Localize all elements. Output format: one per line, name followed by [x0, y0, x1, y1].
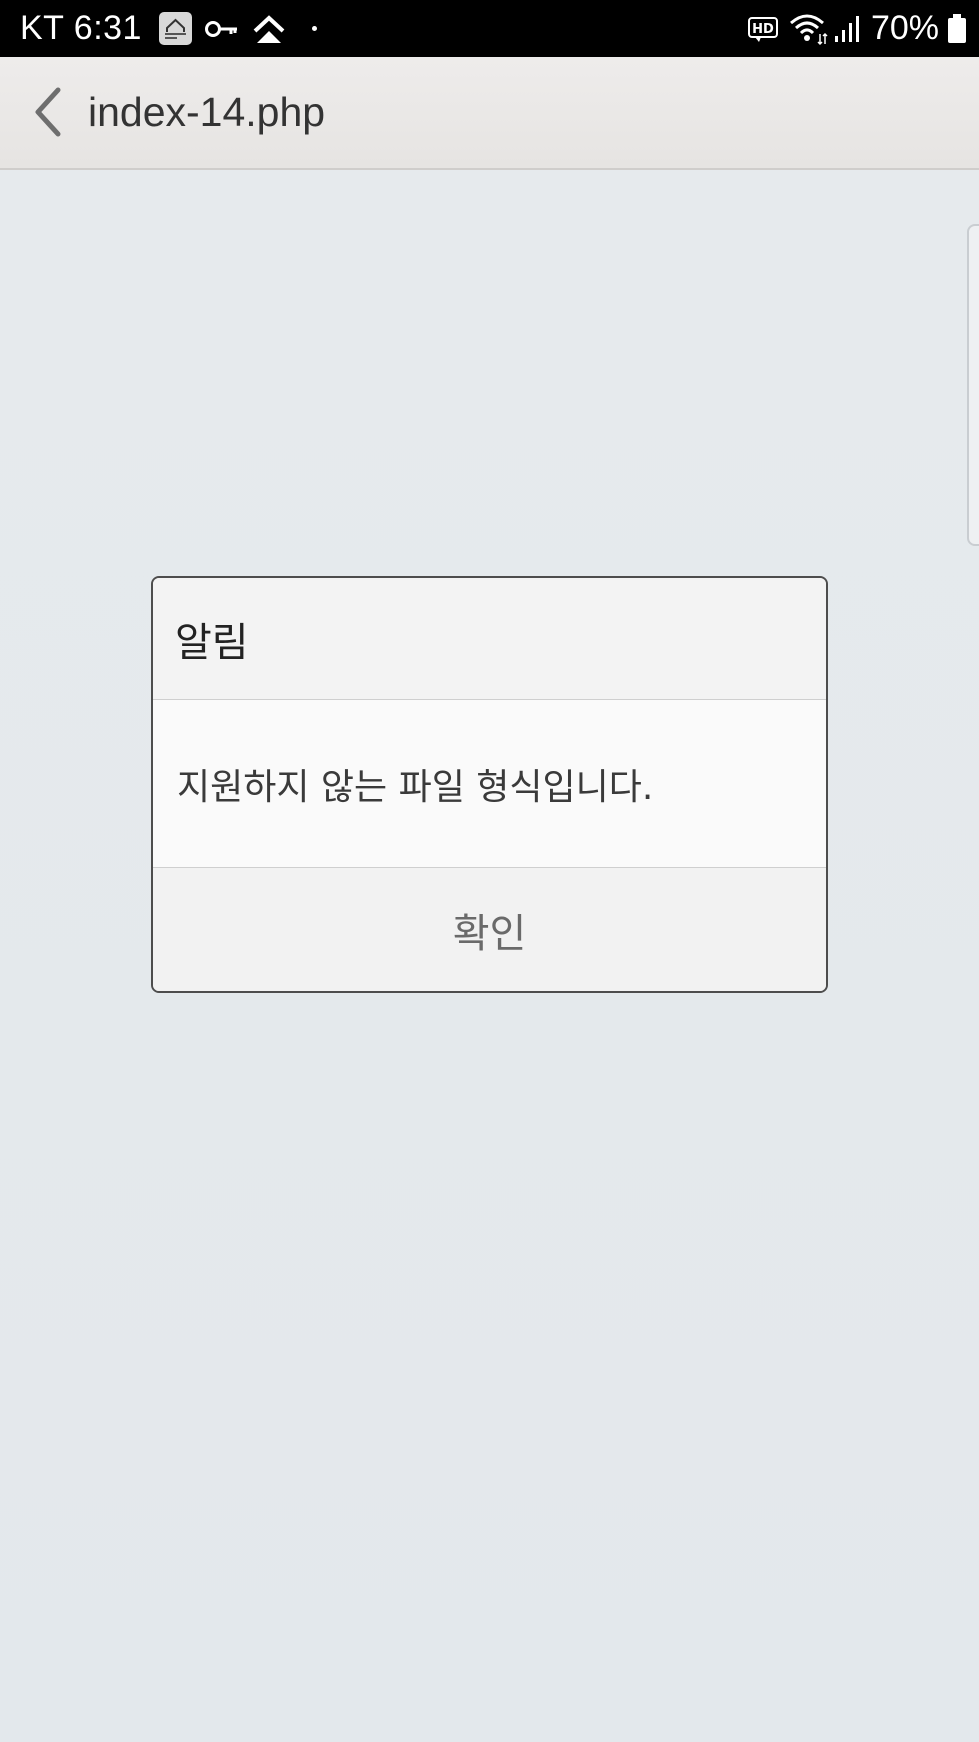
- wifi-icon: [789, 12, 829, 46]
- dialog-message: 지원하지 않는 파일 형식입니다.: [177, 766, 654, 808]
- status-bar-right: HD 70%: [747, 0, 967, 57]
- alert-dialog: 알림 지원하지 않는 파일 형식입니다. 확인: [151, 576, 828, 993]
- status-bar: KT 6:31 HD 70%: [0, 0, 979, 57]
- app-bar: index-14.php: [0, 57, 979, 170]
- carrier-time: KT 6:31: [20, 9, 142, 47]
- smartcam-icon: [158, 12, 192, 45]
- scroll-handle[interactable]: [967, 224, 979, 546]
- signal-icon: [833, 14, 861, 44]
- chevron-left-icon: [35, 87, 61, 137]
- dialog-title: 알림: [175, 619, 249, 666]
- dialog-header: 알림: [153, 578, 826, 700]
- battery-icon: [947, 13, 967, 44]
- back-button[interactable]: [18, 79, 78, 145]
- page-title: index-14.php: [88, 89, 326, 135]
- status-bar-left: KT 6:31: [20, 0, 317, 57]
- notification-dot-icon: [311, 26, 317, 31]
- confirm-button[interactable]: 확인: [153, 868, 826, 991]
- dialog-body: 지원하지 않는 파일 형식입니다.: [153, 700, 826, 868]
- battery-percent: 70%: [870, 9, 939, 47]
- vpn-icon: [252, 13, 286, 45]
- hd-icon: HD: [747, 15, 779, 43]
- key-icon: [204, 17, 240, 41]
- svg-text:HD: HD: [752, 22, 774, 37]
- confirm-button-label: 확인: [452, 910, 527, 957]
